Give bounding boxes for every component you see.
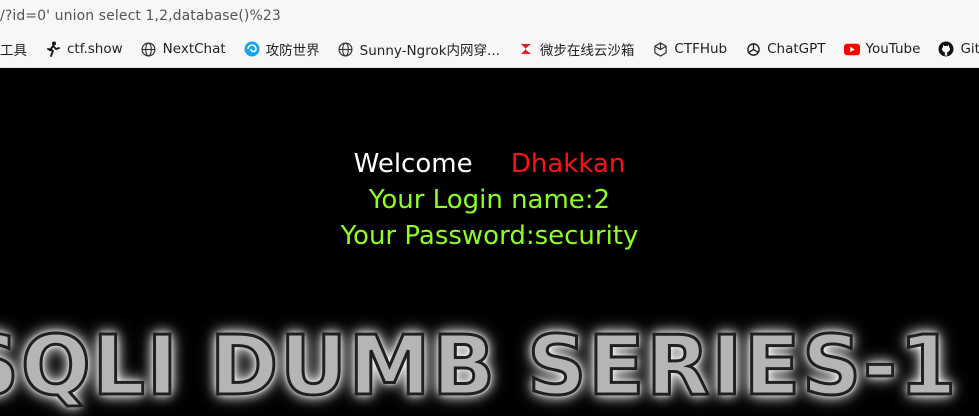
password-result: Your Password:security — [340, 221, 639, 251]
bookmark-tools[interactable]: 工具 — [0, 39, 27, 59]
openai-icon — [745, 41, 761, 57]
bookmark-chatgpt[interactable]: ChatGPT — [745, 41, 826, 57]
bookmark-youtube[interactable]: YouTube — [843, 41, 921, 57]
login-name-result: Your Login name:2 — [368, 185, 611, 215]
welcome-line: Welcome Dhakkan — [0, 149, 979, 179]
bookmark-ctfshow[interactable]: ctf.show — [45, 41, 123, 57]
runner-icon — [45, 41, 61, 57]
page-content: Welcome Dhakkan Your Login name:2 Your P… — [0, 69, 979, 416]
swirl-icon — [244, 41, 260, 57]
youtube-icon — [843, 41, 860, 57]
bookmarks-bar: 工具 ctf.show NextChat 攻防世界 Sunny-Ngrok内网穿… — [0, 31, 979, 68]
bookmark-label: ctf.show — [67, 41, 123, 57]
bookmark-label: NextChat — [162, 41, 226, 57]
bookmark-github[interactable]: GitHub: — [938, 41, 979, 57]
bookmark-label: 攻防世界 — [265, 43, 320, 59]
welcome-label: Welcome — [353, 149, 473, 179]
github-icon — [938, 41, 954, 57]
bookmark-label: CTFHub — [674, 41, 728, 57]
weibu-icon — [518, 41, 534, 57]
bookmark-nextchat[interactable]: NextChat — [141, 41, 226, 57]
bookmark-weibu[interactable]: 微步在线云沙箱 — [518, 39, 635, 59]
bookmark-ctfhub[interactable]: CTFHub — [652, 41, 727, 57]
globe-icon — [338, 41, 354, 57]
globe-icon — [141, 41, 157, 57]
cube-icon — [652, 41, 668, 57]
bookmark-label: 工具 — [0, 43, 27, 59]
bookmark-label: Sunny-Ngrok内网穿... — [359, 43, 500, 59]
bookmark-label: YouTube — [865, 41, 921, 57]
bookmark-label: GitHub: — [960, 41, 979, 57]
bookmark-label: 微步在线云沙箱 — [539, 43, 635, 59]
title-banner: SQLI DUMB SERIES-1 — [0, 318, 959, 416]
address-bar[interactable]: /?id=0' union select 1,2,database()%23 — [0, 0, 979, 31]
bookmark-gongfang[interactable]: 攻防世界 — [244, 39, 320, 59]
user-name: Dhakkan — [510, 149, 626, 179]
url-text[interactable]: /?id=0' union select 1,2,database()%23 — [0, 8, 281, 24]
bookmark-label: ChatGPT — [767, 41, 826, 57]
bookmark-sunny-ngrok[interactable]: Sunny-Ngrok内网穿... — [338, 39, 500, 59]
